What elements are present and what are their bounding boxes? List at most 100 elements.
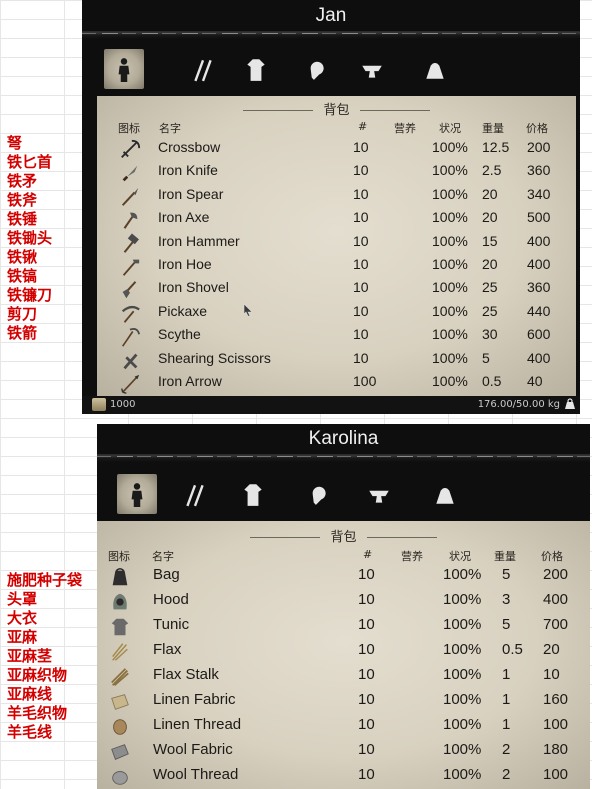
header-price[interactable]: 价格 [526,120,548,136]
item-condition: 100% [432,139,468,155]
header-icon[interactable]: 图标 [118,120,140,136]
clothing-tab[interactable] [233,474,273,514]
item-row[interactable]: Flax Stalk 10 100% 1 10 [97,666,590,689]
crafting-tab[interactable] [352,49,392,89]
header-count[interactable]: # [358,120,367,133]
item-weight: 20 [482,256,498,272]
item-condition: 100% [432,326,468,343]
divider [82,31,580,39]
item-row[interactable]: Crossbow 10 100% 12.5 200 [97,139,576,162]
item-weight: 25 [482,279,498,296]
note-label: 大衣 [7,609,38,627]
item-weight: 1 [502,716,511,733]
item-price: 500 [527,209,551,226]
header-weight[interactable]: 重量 [494,548,516,564]
header-price[interactable]: 价格 [541,548,563,564]
crafting-icon [369,490,389,503]
note-label: 弩 [7,134,23,152]
item-condition: 100% [443,666,482,683]
item-row[interactable]: Iron Spear 10 100% 20 340 [97,186,576,209]
header-nutrition[interactable]: 营养 [394,120,416,136]
item-row[interactable]: Iron Axe 10 100% 20 500 [97,209,576,232]
note-label: 铁锤 [7,210,38,228]
item-count: 10 [353,349,369,366]
item-row[interactable]: Tunic 10 100% 5 700 [97,616,590,639]
item-row[interactable]: Bag 10 100% 5 200 [97,566,590,589]
wool-thread-icon [112,771,128,785]
goods-tab[interactable] [425,474,465,514]
item-condition: 100% [443,566,482,583]
goods-tab[interactable] [415,49,455,89]
notes-list-materials: 施肥种子袋 头罩 大衣 亚麻 亚麻茎 亚麻织物 亚麻线 羊毛织物 羊毛线 [7,571,82,742]
note-label: 亚麻织物 [7,666,68,684]
clothing-icon [244,484,262,506]
item-name: Linen Thread [153,716,242,733]
item-weight: 1 [502,691,511,708]
item-name: Iron Axe [158,209,210,226]
food-tab[interactable] [297,474,337,514]
food-tab[interactable] [295,49,335,89]
item-condition: 100% [432,302,468,319]
header-count[interactable]: # [363,548,372,561]
item-row[interactable]: Iron Hoe 10 100% 20 400 [97,256,576,279]
header-condition[interactable]: 状况 [439,120,461,136]
item-price: 200 [527,139,551,155]
item-weight: 0.5 [502,641,523,658]
item-row[interactable]: Linen Fabric 10 100% 1 160 [97,691,590,714]
clothing-tab[interactable] [236,49,276,89]
character-tab[interactable] [104,49,144,89]
item-count: 10 [358,616,375,633]
item-condition: 100% [443,591,482,608]
item-row[interactable]: Pickaxe 10 100% 25 440 [97,303,576,326]
item-weight: 0.5 [482,373,502,389]
section-title: 背包 [97,526,590,545]
header-name[interactable]: 名字 [152,548,174,564]
header-condition[interactable]: 状况 [449,548,471,564]
item-count: 10 [353,326,369,343]
clothing-icon [247,59,265,81]
item-name: Iron Hoe [158,256,212,272]
item-row[interactable]: Scythe 10 100% 30 600 [97,326,576,349]
note-label: 头罩 [7,590,38,608]
section-title: 背包 [97,99,576,118]
item-condition: 100% [443,641,482,658]
notes-list-weapons: 弩铁匕首 铁矛 铁斧 铁锤 铁锄头 铁锹 铁镐 铁镰刀 剪刀 铁箭 [7,134,52,343]
character-icon [118,58,130,82]
item-row[interactable]: Flax 10 100% 0.5 20 [97,641,590,664]
item-name: Iron Spear [158,185,224,202]
weapons-tab[interactable] [183,49,223,89]
item-row[interactable]: Shearing Scissors 10 100% 5 400 [97,350,576,373]
bag-icon [112,568,128,586]
item-price: 400 [527,232,551,249]
header-weight[interactable]: 重量 [482,120,504,136]
note-label: 羊毛线 [7,723,53,741]
item-row[interactable]: Hood 10 100% 3 400 [97,591,590,614]
item-name: Linen Fabric [153,691,236,708]
item-row[interactable]: Iron Shovel 10 100% 25 360 [97,279,576,302]
item-row[interactable]: Iron Hammer 10 100% 15 400 [97,233,576,256]
flax-stalk-icon [111,668,129,686]
item-row[interactable]: Iron Arrow 100 100% 0.5 40 [97,373,576,396]
item-weight: 2 [502,741,511,758]
category-tabs [97,474,590,514]
item-name: Tunic [153,616,190,633]
item-row[interactable]: Iron Knife 10 100% 2.5 360 [97,162,576,185]
header-icon[interactable]: 图标 [108,548,130,564]
item-row[interactable]: Linen Thread 10 100% 1 100 [97,716,590,739]
item-price: 10 [543,666,560,683]
crafting-tab[interactable] [359,474,399,514]
character-tab[interactable] [117,474,157,514]
food-icon [312,486,326,505]
item-row[interactable]: Wool Thread 10 100% 2 100 [97,766,590,789]
spear-icon [121,187,139,206]
item-price: 400 [543,591,569,608]
wool-fabric-icon [111,744,129,760]
item-price: 400 [527,256,551,272]
note-label: 铁匕首 [7,153,53,171]
item-row[interactable]: Wool Fabric 10 100% 2 180 [97,741,590,764]
weapons-tab[interactable] [175,474,215,514]
header-nutrition[interactable]: 营养 [401,548,423,564]
linen-thread-icon [113,719,127,735]
header-name[interactable]: 名字 [159,120,181,136]
item-count: 10 [353,209,369,226]
